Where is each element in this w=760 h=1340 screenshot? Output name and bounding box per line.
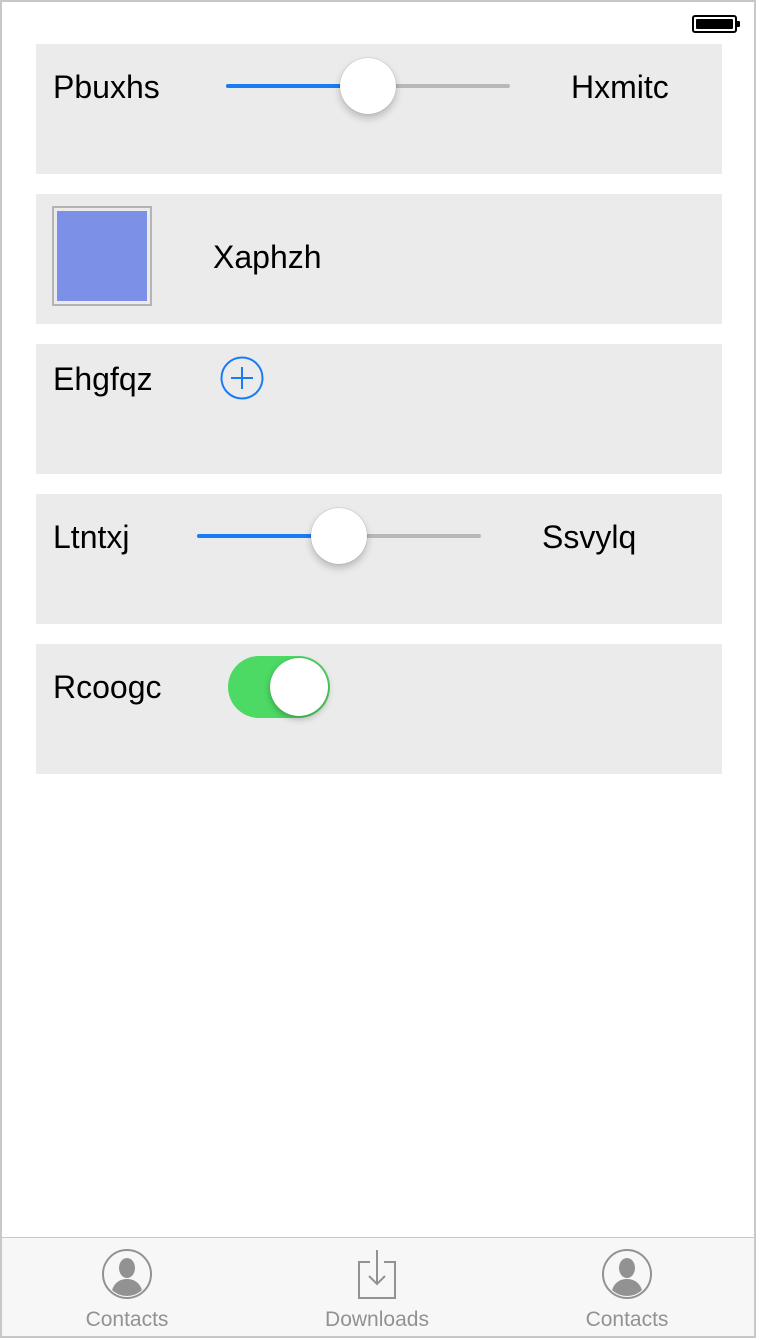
color-label: Xaphzh [213,239,322,275]
toggle-switch[interactable] [228,656,330,718]
toggle-knob [270,658,328,716]
add-label: Ehgfqz [53,361,153,397]
add-row: Ehgfqz [36,344,722,474]
color-swatch-fill [57,211,147,301]
tab-bar: Contacts Downloads Contacts [2,1237,754,1336]
tab-downloads[interactable]: Downloads [252,1238,502,1337]
tab-label: Contacts [85,1308,169,1331]
app-screen: Pbuxhs Hxmitc Xaphzh Ehgfqz Ltntxj Ssvyl… [0,0,756,1338]
toggle-row: Rcoogc [36,644,722,774]
tab-contacts-2[interactable]: Contacts [502,1238,752,1337]
slider-max-label: Ssvylq [542,519,637,555]
tab-label: Contacts [585,1308,669,1331]
tab-contacts[interactable]: Contacts [2,1238,252,1337]
slider-2[interactable] [197,506,481,566]
contact-icon [101,1248,153,1300]
slider-min-label: Pbuxhs [53,69,160,105]
slider-max-label: Hxmitc [571,69,669,105]
color-swatch[interactable] [52,206,152,306]
downloads-icon [351,1248,403,1300]
slider-min-label: Ltntxj [53,519,130,555]
toggle-label: Rcoogc [53,669,162,705]
slider-row-2: Ltntxj Ssvylq [36,494,722,624]
add-circle-icon[interactable] [220,356,264,400]
battery-icon [692,15,740,33]
contact-icon [601,1248,653,1300]
color-row: Xaphzh [36,194,722,324]
tab-label: Downloads [325,1308,429,1331]
slider-thumb[interactable] [340,58,396,114]
slider-row-1: Pbuxhs Hxmitc [36,44,722,174]
slider-1[interactable] [226,56,510,116]
slider-thumb[interactable] [311,508,367,564]
